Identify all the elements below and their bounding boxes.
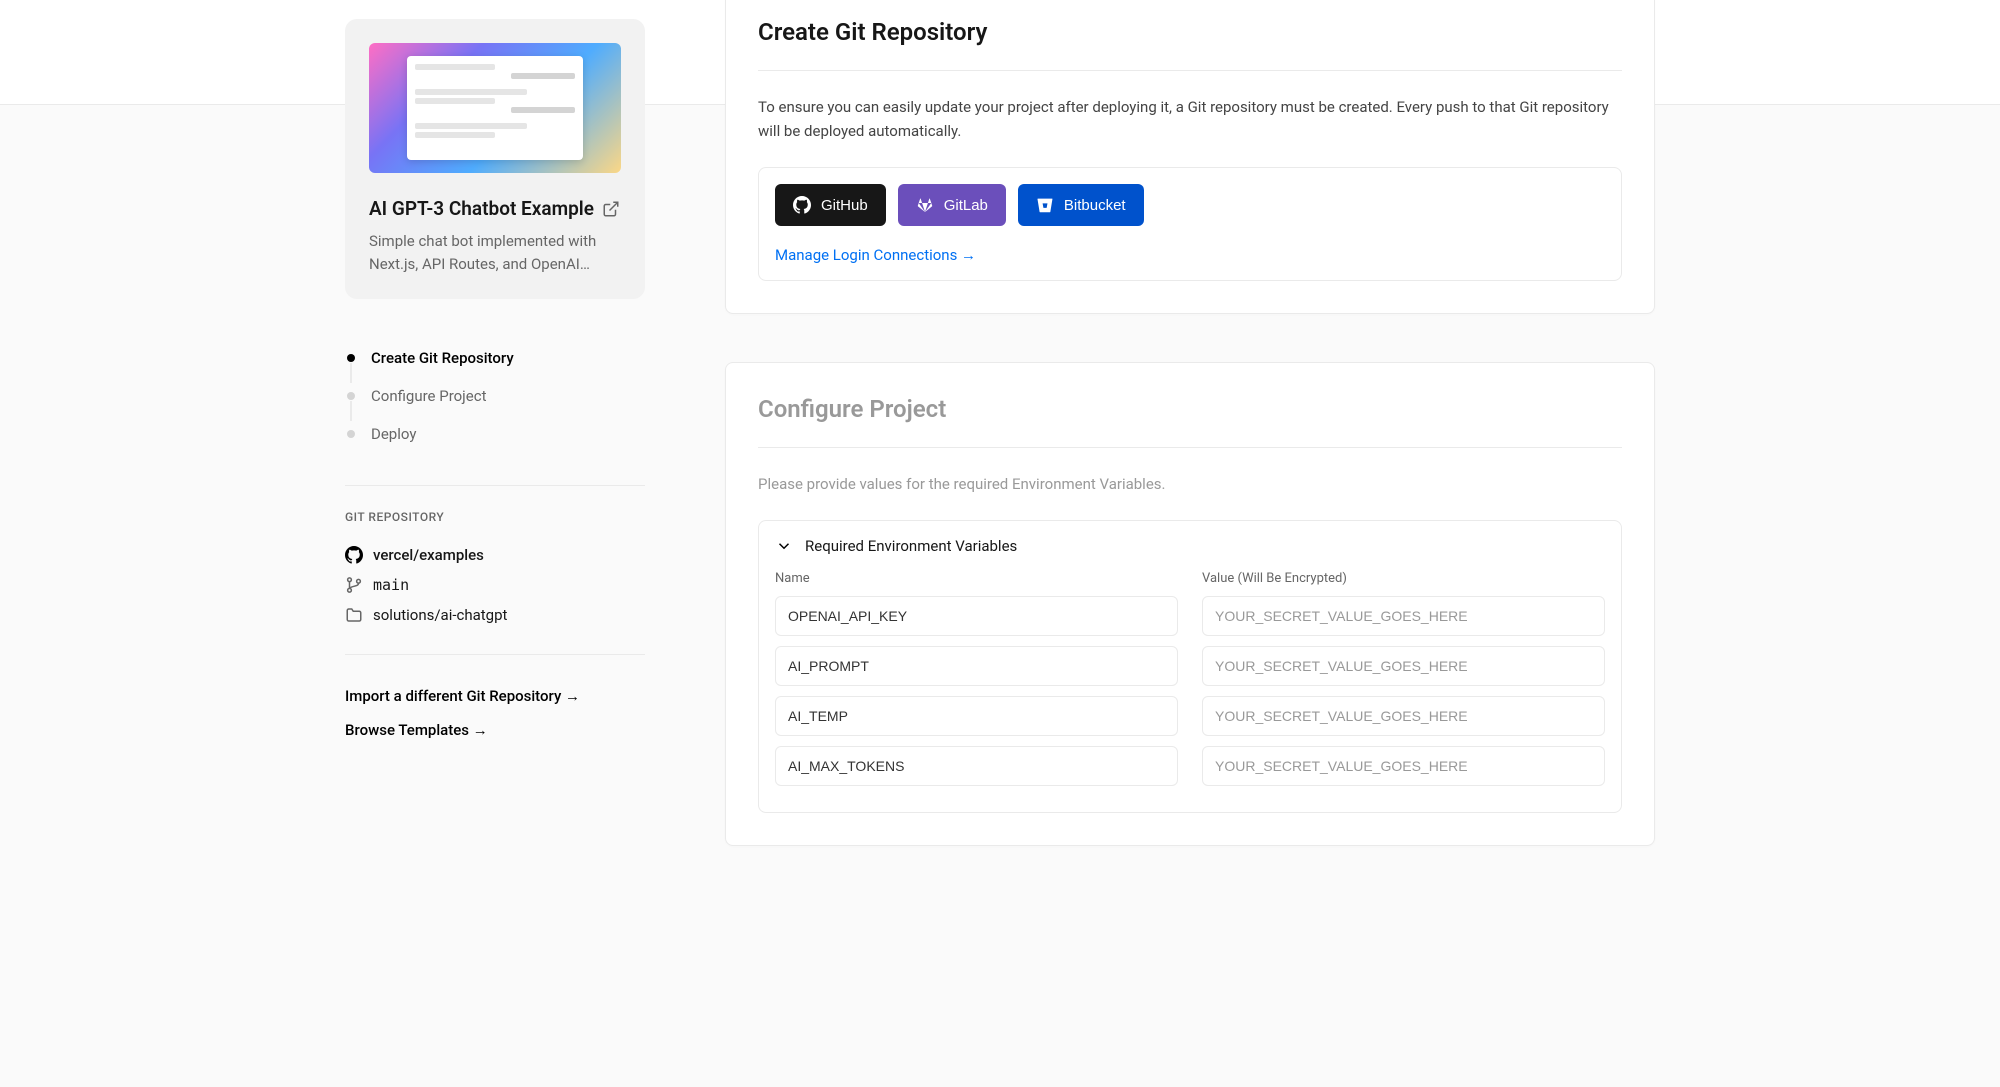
github-icon: [345, 546, 363, 564]
env-name-input[interactable]: [775, 646, 1178, 686]
env-row: [775, 696, 1605, 736]
repo-path-row: solutions/ai-chatgpt: [345, 600, 645, 630]
panel-title: Configure Project: [758, 395, 1622, 423]
env-name-input[interactable]: [775, 746, 1178, 786]
env-rows: [775, 596, 1605, 786]
panel-description: To ensure you can easily update your pro…: [758, 95, 1622, 143]
project-title: AI GPT-3 Chatbot Example: [369, 197, 594, 220]
manage-connections-link[interactable]: Manage Login Connections →: [775, 246, 976, 264]
project-description: Simple chat bot implemented with Next.js…: [369, 230, 621, 275]
external-link-icon[interactable]: [602, 200, 620, 218]
repo-org-row: vercel/examples: [345, 540, 645, 570]
import-different-link[interactable]: Import a different Git Repository →: [345, 679, 645, 713]
button-label: GitLab: [944, 197, 988, 214]
configure-project-panel: Configure Project Please provide values …: [725, 362, 1655, 846]
env-value-input[interactable]: [1202, 746, 1605, 786]
env-row: [775, 746, 1605, 786]
env-name-input[interactable]: [775, 696, 1178, 736]
repo-section-label: GIT REPOSITORY: [345, 510, 645, 524]
repo-path: solutions/ai-chatgpt: [373, 606, 507, 624]
folder-icon: [345, 606, 363, 624]
step-label: Configure Project: [371, 387, 486, 405]
branch-icon: [345, 576, 363, 594]
create-repo-panel: Create Git Repository To ensure you can …: [725, 0, 1655, 314]
repo-branch: main: [373, 576, 409, 594]
env-row: [775, 646, 1605, 686]
env-value-input[interactable]: [1202, 696, 1605, 736]
bitbucket-button[interactable]: Bitbucket: [1018, 184, 1144, 226]
button-label: Bitbucket: [1064, 197, 1126, 214]
col-value-label: Value (Will Be Encrypted): [1202, 571, 1605, 586]
gitlab-button[interactable]: GitLab: [898, 184, 1006, 226]
project-thumbnail: [369, 43, 621, 173]
repo-org: vercel/examples: [373, 546, 484, 564]
gitlab-icon: [916, 196, 934, 214]
step-create-repo[interactable]: Create Git Repository: [345, 339, 645, 377]
step-label: Deploy: [371, 425, 416, 443]
env-vars-box: Required Environment Variables Name Valu…: [758, 520, 1622, 813]
github-button[interactable]: GitHub: [775, 184, 886, 226]
env-value-input[interactable]: [1202, 596, 1605, 636]
panel-title: Create Git Repository: [758, 18, 1622, 46]
env-vars-toggle[interactable]: Required Environment Variables: [759, 521, 1621, 571]
bitbucket-icon: [1036, 196, 1054, 214]
steps-list: Create Git Repository Configure Project …: [345, 339, 645, 453]
step-configure[interactable]: Configure Project: [345, 377, 645, 415]
panel-description: Please provide values for the required E…: [758, 472, 1622, 496]
chevron-down-icon: [775, 537, 793, 555]
repo-branch-row: main: [345, 570, 645, 600]
step-deploy[interactable]: Deploy: [345, 415, 645, 453]
env-row: [775, 596, 1605, 636]
env-header-label: Required Environment Variables: [805, 537, 1017, 555]
project-card: AI GPT-3 Chatbot Example Simple chat bot…: [345, 19, 645, 299]
button-label: GitHub: [821, 197, 868, 214]
sidebar: AI GPT-3 Chatbot Example Simple chat bot…: [345, 19, 645, 894]
browse-templates-link[interactable]: Browse Templates →: [345, 713, 645, 747]
provider-box: GitHub GitLab Bitbucket: [758, 167, 1622, 281]
env-value-input[interactable]: [1202, 646, 1605, 686]
col-name-label: Name: [775, 571, 1178, 586]
main-content: Create Git Repository To ensure you can …: [725, 0, 1655, 894]
step-label: Create Git Repository: [371, 349, 514, 367]
env-name-input[interactable]: [775, 596, 1178, 636]
github-icon: [793, 196, 811, 214]
